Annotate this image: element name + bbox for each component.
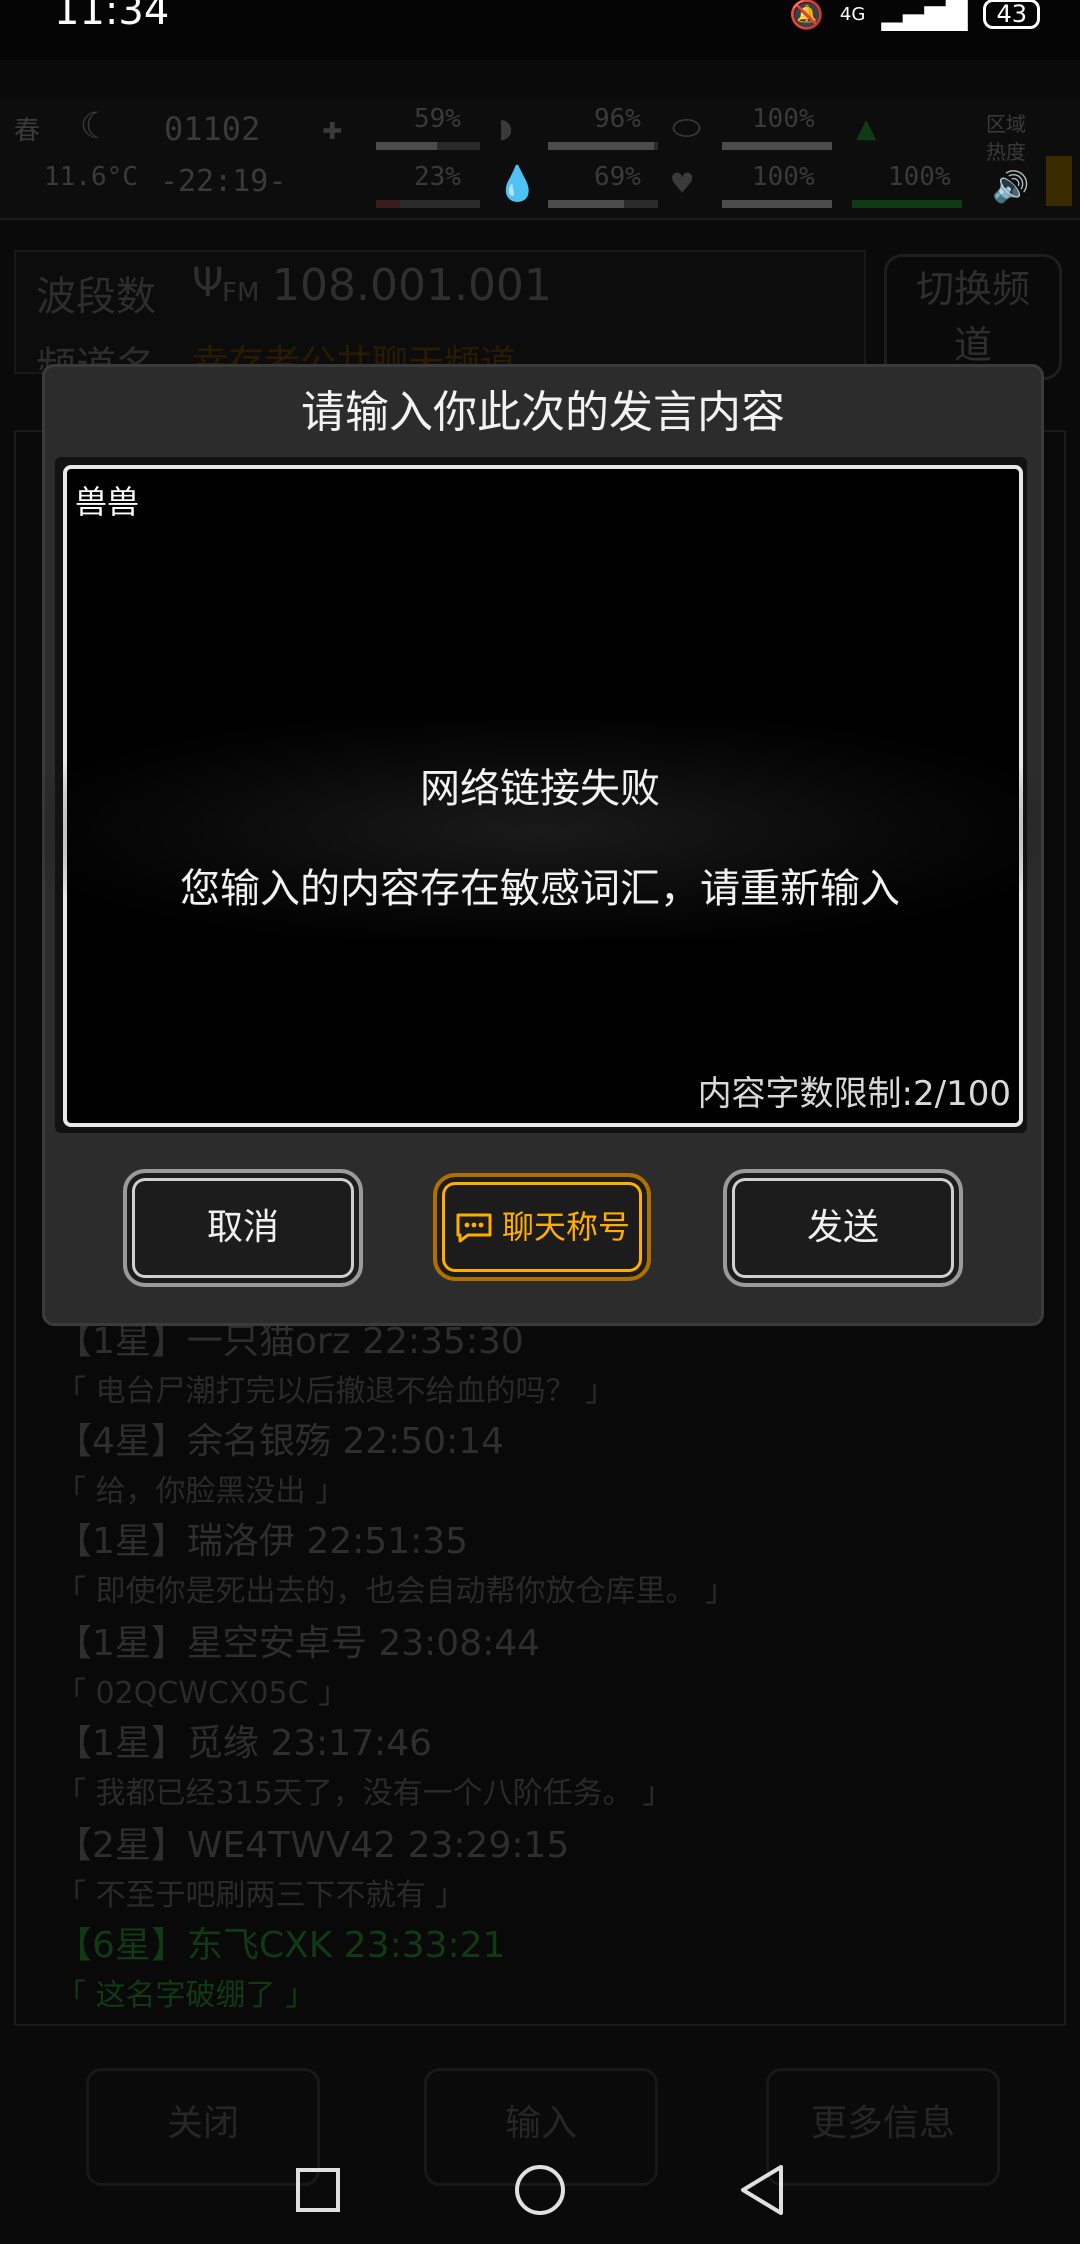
chat-message: 【6星】东飞CXK 23:33:21 「 这名字破绷了 」 (56, 1925, 506, 2013)
stat-bar-5 (722, 142, 832, 150)
toast-title: 网络链接失败 (420, 766, 660, 812)
hud-bar: 春 ☾ 11.6°C 01102 -22:19- ✚ 59% 23% ◗ 96%… (0, 100, 1080, 220)
status-bar: 11:34 🔕 4G ▂▄▆█ 43 (0, 0, 1080, 60)
network-type: 4G (839, 3, 866, 25)
stat-value-5: 100% (752, 104, 815, 134)
stomach-icon: ◗ (496, 108, 517, 148)
channel-info: 波段数 Ψ FM 108.001.001 频道名 幸存者公共聊天频道 (14, 250, 866, 374)
status-time: 11:34 (54, 0, 170, 34)
stat-value-1: 59% (414, 104, 461, 134)
stat-value-4: 69% (594, 162, 641, 192)
send-button[interactable]: 发送 (723, 1169, 963, 1287)
bell-off-icon: 🔕 (789, 0, 824, 31)
antenna-icon: Ψ (192, 260, 224, 306)
stat-value-3: 96% (594, 104, 641, 134)
medkit-icon: ✚ (322, 108, 343, 148)
band-label: 波段数 (36, 274, 156, 320)
chat-message: 【2星】WE4TWV42 23:29:15 「 不至于吧刷两三下不就有 」 (56, 1825, 570, 1913)
game-clock: -22:19- (160, 164, 287, 199)
fm-label: FM (222, 278, 260, 308)
chat-message: 【1星】一只猫orz 22:35:30 「 电台尸潮打完以后撤退不给血的吗？ 」 (56, 1321, 616, 1409)
season-label: 春 (14, 116, 41, 146)
stat-bar-1 (376, 142, 480, 150)
battery-icon: 43 (983, 0, 1040, 29)
moon-icon: ☾ (80, 106, 102, 147)
stat-value-2: 23% (414, 162, 461, 192)
chat-title-button[interactable]: 聊天称号 (433, 1173, 651, 1281)
home-icon[interactable] (513, 2163, 567, 2217)
chat-message: 【4星】余名银殇 22:50:14 「 给，你脸黑没出 」 (56, 1421, 505, 1509)
status-icons: 🔕 4G ▂▄▆█ 43 (789, 0, 1040, 31)
signal-icon: ▂▄▆█ (881, 0, 968, 31)
chat-bubble-icon (456, 1213, 492, 1243)
zone-heat-meter (1046, 156, 1072, 206)
stat-value-7: 100% (888, 162, 951, 192)
stat-bar-2 (376, 200, 480, 208)
chat-message: 【1星】瑞洛伊 22:51:35 「 即使你是死出去的，也会自动帮你放仓库里。 … (56, 1521, 736, 1609)
speaker-icon: 🔊 (992, 170, 1030, 205)
message-input-value: 兽兽 (75, 483, 140, 521)
chat-title-label: 聊天称号 (501, 1208, 630, 1246)
stat-bar-6 (722, 200, 832, 208)
zone-heat-label: 区域热度 (986, 112, 1026, 164)
stat-bar-4 (548, 200, 658, 208)
pill-icon: ⬭ (672, 108, 702, 148)
day-counter: 01102 (164, 110, 261, 148)
back-icon[interactable] (737, 2163, 787, 2217)
band-value: 108.001.001 (272, 260, 552, 311)
switch-channel-button[interactable]: 切换频道 (884, 254, 1062, 380)
recent-apps-icon[interactable] (293, 2165, 343, 2215)
toast-message: 您输入的内容存在敏感词汇，请重新输入 (180, 866, 900, 912)
stat-bar-3 (548, 142, 658, 150)
stat-bar-7 (852, 200, 962, 208)
water-drop-icon: 💧 (496, 164, 539, 204)
mood-icon: ▲ (856, 108, 877, 148)
chat-message: 【1星】觅缘 23:17:46 「 我都已经315天了，没有一个八阶任务。 」 (56, 1723, 673, 1811)
stat-value-6: 100% (752, 162, 815, 192)
chat-message: 【1星】星空安卓号 23:08:44 「 02QCWCX05C 」 (56, 1623, 541, 1711)
navigation-bar (0, 2136, 1080, 2244)
error-toast: 网络链接失败 您输入的内容存在敏感词汇，请重新输入 (40, 720, 1040, 940)
cancel-button[interactable]: 取消 (123, 1169, 363, 1287)
heart-icon: ♥ (672, 164, 693, 204)
dialog-title: 请输入你此次的发言内容 (301, 387, 785, 438)
temperature: 11.6°C (44, 162, 138, 192)
char-limit-counter: 内容字数限制:2/100 (697, 1074, 1011, 1114)
